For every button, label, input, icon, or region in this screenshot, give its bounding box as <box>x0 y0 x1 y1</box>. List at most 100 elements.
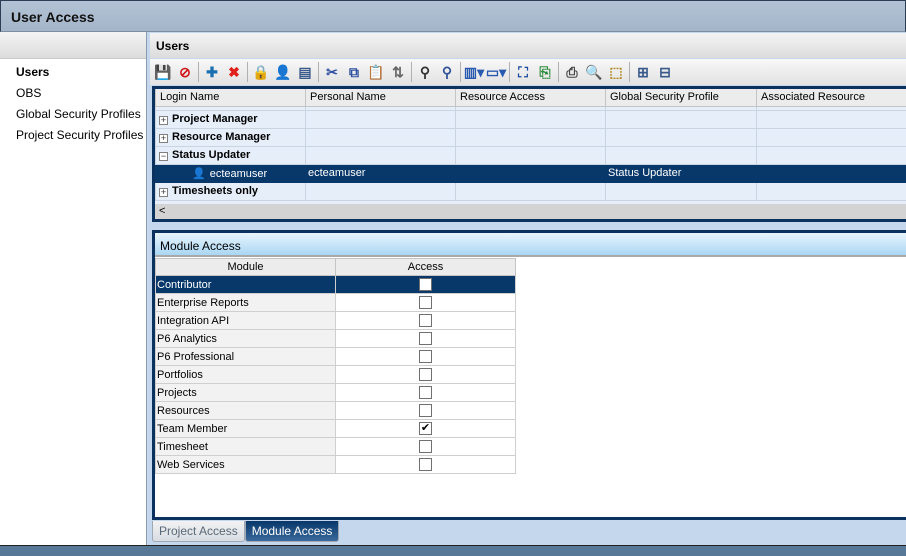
column-header-global-security-profile[interactable]: Global Security Profile <box>605 89 757 107</box>
layout-button[interactable]: ▭▾ <box>485 61 507 83</box>
access-checkbox[interactable] <box>419 386 432 399</box>
columns-button[interactable]: ▥▾ <box>463 61 485 83</box>
print-button[interactable]: ⎙ <box>561 61 583 83</box>
group-row[interactable]: + Resource Manager <box>155 127 906 147</box>
collapse-icon[interactable]: − <box>159 152 168 161</box>
access-checkbox[interactable] <box>419 332 432 345</box>
export-excel-icon: ⎘ <box>539 63 551 80</box>
cell: + Project Manager <box>155 109 306 129</box>
module-row[interactable]: Integration API <box>155 311 516 330</box>
access-checkbox[interactable] <box>419 296 432 309</box>
column-header-access[interactable]: Access <box>335 258 516 276</box>
print-preview-button[interactable]: 🔍 <box>583 61 605 83</box>
module-row[interactable]: Web Services <box>155 455 516 474</box>
module-row[interactable]: P6 Professional <box>155 347 516 366</box>
add-button[interactable]: ✚ <box>201 61 223 83</box>
lock-icon: 🔒 <box>252 63 270 80</box>
cell: ecteamuser <box>305 163 456 183</box>
access-checkbox[interactable] <box>419 368 432 381</box>
delete-button[interactable]: ✖ <box>223 61 245 83</box>
export-excel-button[interactable]: ⎘ <box>534 61 556 83</box>
sidebar-item-obs[interactable]: OBS <box>0 83 146 104</box>
users-panel-title: Users <box>150 33 906 58</box>
group-row[interactable]: + Timesheets only <box>155 181 906 201</box>
access-checkbox[interactable] <box>419 314 432 327</box>
users-grid: Login Name Personal Name Resource Access Gl… <box>152 86 906 222</box>
cancel-button[interactable]: ⊘ <box>174 61 196 83</box>
module-row[interactable]: Timesheet <box>155 437 516 456</box>
module-name: Timesheet <box>155 437 336 456</box>
module-name: Projects <box>155 383 336 402</box>
module-row[interactable]: Enterprise Reports <box>155 293 516 312</box>
access-checkbox[interactable] <box>419 278 432 291</box>
cell: + Timesheets only <box>155 181 306 201</box>
module-row[interactable]: P6 Analytics <box>155 329 516 348</box>
find-next-icon: ⚲ <box>441 63 453 80</box>
cell-text: Status Updater <box>172 149 251 161</box>
group-row[interactable]: − Status Updater <box>155 145 906 165</box>
column-header-personal-name[interactable]: Personal Name <box>305 89 456 107</box>
column-header-associated-resource[interactable]: Associated Resource <box>756 89 906 107</box>
module-name: Web Services <box>155 455 336 474</box>
cell: + Resource Manager <box>155 127 306 147</box>
tab-project-access[interactable]: Project Access <box>152 521 245 542</box>
module-row[interactable]: Resources <box>155 401 516 420</box>
access-checkbox[interactable] <box>419 350 432 363</box>
page-setup-icon: ⬚ <box>609 63 623 80</box>
cell-text: Status Updater <box>608 167 682 179</box>
paste-button[interactable]: 📋 <box>365 61 387 83</box>
sidebar-item-global-security-profiles[interactable]: Global Security Profiles <box>0 104 146 125</box>
access-checkbox[interactable] <box>419 404 432 417</box>
expand-all-button[interactable]: ⊞ <box>632 61 654 83</box>
module-row[interactable]: Projects <box>155 383 516 402</box>
column-header-module[interactable]: Module <box>155 258 336 276</box>
window-title: User Access <box>0 0 906 32</box>
collapse-all-button[interactable]: ⊟ <box>654 61 676 83</box>
expand-icon[interactable]: + <box>159 116 168 125</box>
details-button[interactable]: ▤ <box>294 61 316 83</box>
save-button[interactable]: 💾 <box>152 61 174 83</box>
page-setup-button[interactable]: ⬚ <box>605 61 627 83</box>
access-checkbox[interactable]: ✔ <box>419 422 432 435</box>
lock-button[interactable]: 🔒 <box>250 61 272 83</box>
module-row[interactable]: Team Member ✔ <box>155 419 516 438</box>
access-checkbox[interactable] <box>419 458 432 471</box>
user-row[interactable]: 👤 ecteamuser ecteamuser Status Updater <box>155 163 906 183</box>
access-checkbox[interactable] <box>419 440 432 453</box>
sort-button[interactable]: ⇅ <box>387 61 409 83</box>
tab-module-access[interactable]: Module Access <box>244 521 340 542</box>
paste-icon: 📋 <box>367 63 385 80</box>
sidebar-item-users[interactable]: Users <box>0 62 146 83</box>
access-cell <box>335 455 516 474</box>
access-cell <box>335 401 516 420</box>
column-header-login-name[interactable]: Login Name <box>155 89 306 107</box>
sort-icon: ⇅ <box>392 63 404 80</box>
cell-text: ecteamuser <box>308 167 366 179</box>
add-user-button[interactable]: 👤 <box>272 61 294 83</box>
cut-button[interactable]: ✂ <box>321 61 343 83</box>
module-row[interactable]: Contributor <box>155 275 516 294</box>
cell <box>756 181 906 201</box>
cell-text: Timesheets only <box>172 185 258 197</box>
cell <box>455 163 606 183</box>
access-cell <box>335 383 516 402</box>
expand-icon[interactable]: + <box>159 134 168 143</box>
expand-icon[interactable]: + <box>159 188 168 197</box>
horizontal-scrollbar[interactable]: < <box>155 204 906 219</box>
find-next-button[interactable]: ⚲ <box>436 61 458 83</box>
cell <box>305 145 456 165</box>
copy-button[interactable]: ⧉ <box>343 61 365 83</box>
access-cell <box>335 275 516 294</box>
columns-icon: ▥▾ <box>463 63 485 80</box>
module-row[interactable]: Portfolios <box>155 365 516 384</box>
access-cell: ✔ <box>335 419 516 438</box>
column-header-resource-access[interactable]: Resource Access <box>455 89 606 107</box>
expand-view-button[interactable]: ⛶ <box>512 61 534 83</box>
cell <box>305 109 456 129</box>
group-row[interactable]: + Project Manager <box>155 109 906 129</box>
find-button[interactable]: ⚲ <box>414 61 436 83</box>
scroll-left-icon[interactable]: < <box>159 205 165 217</box>
sidebar-item-project-security-profiles[interactable]: Project Security Profiles <box>0 125 146 146</box>
access-cell <box>335 347 516 366</box>
module-name: P6 Analytics <box>155 329 336 348</box>
